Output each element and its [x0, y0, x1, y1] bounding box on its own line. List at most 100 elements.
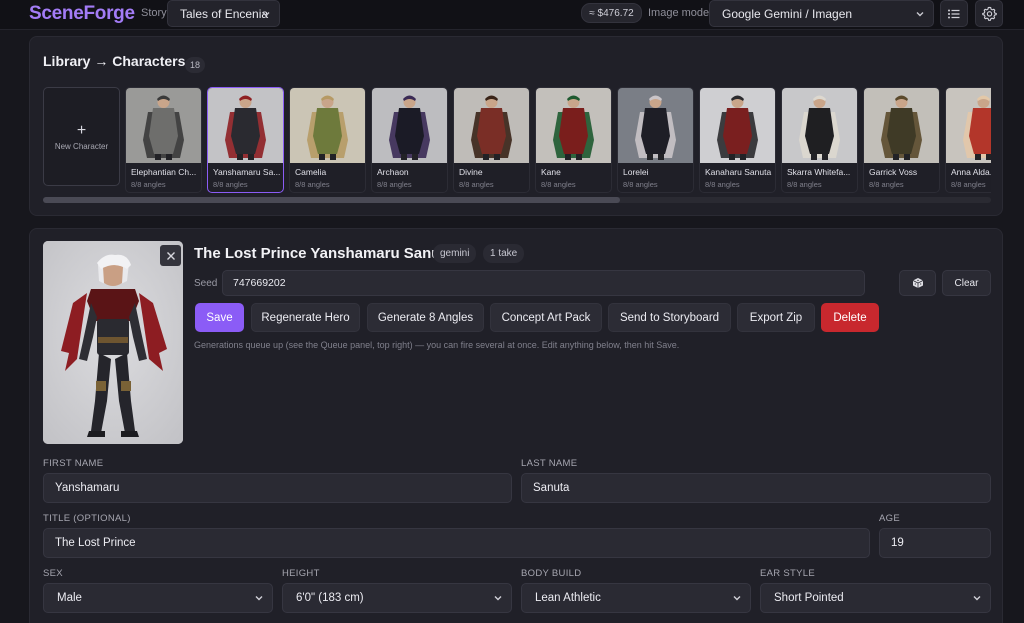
scrollbar-thumb[interactable] [43, 197, 620, 203]
cost-badge: ≈ $476.72 [581, 3, 642, 23]
concept-art-pack-button[interactable]: Concept Art Pack [490, 303, 602, 332]
character-card-name: Elephantian Ch... [131, 167, 197, 177]
character-thumbnail [864, 88, 939, 163]
character-thumbnail [536, 88, 611, 163]
app-logo[interactable]: SceneForge [29, 3, 135, 25]
character-card-angles: 8/8 angles [705, 180, 740, 189]
character-card[interactable]: Lorelei 8/8 angles [617, 87, 694, 193]
character-card-angles: 8/8 angles [787, 180, 822, 189]
image-model-select[interactable]: Google Gemini / Imagen [709, 0, 934, 27]
ear-style-value: Short Pointed [774, 592, 844, 604]
image-model-value: Google Gemini / Imagen [722, 6, 853, 21]
first-name-label: FIRST NAME [43, 458, 104, 469]
character-card-name: Yanshamaru Sa... [213, 167, 281, 177]
body-build-label: BODY BUILD [521, 568, 582, 579]
queue-list-button[interactable] [940, 0, 968, 27]
age-value: 19 [891, 537, 904, 549]
first-name-field[interactable]: Yanshamaru [43, 473, 512, 503]
character-thumbnail [290, 88, 365, 163]
character-card-angles: 8/8 angles [295, 180, 330, 189]
character-detail-panel: The Lost Prince Yanshamaru Sanuta gemini… [29, 228, 1003, 623]
character-card[interactable]: Yanshamaru Sa... 8/8 angles [207, 87, 284, 193]
close-icon [166, 251, 175, 260]
sex-select[interactable]: Male [43, 583, 273, 613]
remove-hero-button[interactable] [160, 245, 181, 266]
character-card[interactable]: Archaon 8/8 angles [371, 87, 448, 193]
character-thumbnail [782, 88, 857, 163]
character-count-badge: 18 [185, 57, 206, 73]
generation-hint: Generations queue up (see the Queue pane… [194, 340, 680, 350]
character-card[interactable]: Garrick Voss 8/8 angles [863, 87, 940, 193]
character-card-name: Kane [541, 167, 561, 177]
dice-icon [912, 278, 923, 288]
ear-style-label: EAR STYLE [760, 568, 815, 579]
character-thumbnail [454, 88, 529, 163]
seed-input[interactable]: 747669202 [222, 270, 865, 296]
seed-label: Seed [194, 278, 218, 289]
hero-image[interactable] [43, 241, 183, 444]
generate-angles-button[interactable]: Generate 8 Angles [367, 303, 484, 332]
sex-value: Male [57, 592, 82, 604]
age-field[interactable]: 19 [879, 528, 991, 558]
character-thumbnail [208, 88, 283, 163]
clear-seed-button[interactable]: Clear [942, 270, 991, 296]
character-thumbnail [946, 88, 991, 163]
character-card-name: Anna Alda... [951, 167, 991, 177]
sex-label: SEX [43, 568, 63, 579]
character-title: The Lost Prince Yanshamaru Sanuta [194, 245, 454, 262]
regenerate-hero-button[interactable]: Regenerate Hero [251, 303, 360, 332]
title-label: TITLE (OPTIONAL) [43, 513, 131, 524]
character-thumbnail [372, 88, 447, 163]
height-value: 6'0" (183 cm) [296, 592, 364, 604]
character-card-name: Camelia [295, 167, 327, 177]
gear-icon [981, 6, 997, 21]
export-zip-button[interactable]: Export Zip [737, 303, 815, 332]
ear-style-select[interactable]: Short Pointed [760, 583, 991, 613]
height-select[interactable]: 6'0" (183 cm) [282, 583, 512, 613]
chevron-down-icon [494, 596, 502, 601]
character-card-name: Garrick Voss [869, 167, 918, 177]
story-label: Story [141, 7, 167, 19]
title-field[interactable]: The Lost Prince [43, 528, 870, 558]
chevron-down-icon [262, 11, 270, 16]
plus-icon: + [76, 122, 87, 139]
character-thumbnail [126, 88, 201, 163]
settings-button[interactable] [975, 0, 1003, 27]
chevron-down-icon [255, 596, 263, 601]
character-card[interactable]: Kanaharu Sanuta 8/8 angles [699, 87, 776, 193]
character-card-angles: 8/8 angles [623, 180, 658, 189]
character-thumbnail [700, 88, 775, 163]
character-card[interactable]: Kane 8/8 angles [535, 87, 612, 193]
send-to-storyboard-button[interactable]: Send to Storyboard [608, 303, 731, 332]
character-card[interactable]: Skarra Whitefa... 8/8 angles [781, 87, 858, 193]
last-name-label: LAST NAME [521, 458, 578, 469]
new-character-button[interactable]: + New Character [43, 87, 120, 186]
character-card-angles: 8/8 angles [869, 180, 904, 189]
character-card[interactable]: Elephantian Ch... 8/8 angles [125, 87, 202, 193]
character-card-angles: 8/8 angles [951, 180, 986, 189]
image-model-label: Image model [648, 7, 712, 19]
horizontal-scrollbar[interactable] [43, 197, 991, 203]
last-name-field[interactable]: Sanuta [521, 473, 991, 503]
character-card-name: Divine [459, 167, 483, 177]
character-card-angles: 8/8 angles [541, 180, 576, 189]
character-card-angles: 8/8 angles [213, 180, 248, 189]
character-card[interactable]: Camelia 8/8 angles [289, 87, 366, 193]
first-name-value: Yanshamaru [55, 482, 120, 494]
delete-button[interactable]: Delete [821, 303, 879, 332]
character-card[interactable]: Divine 8/8 angles [453, 87, 530, 193]
character-card-angles: 8/8 angles [131, 180, 166, 189]
story-select[interactable]: Tales of Encenia [167, 0, 280, 27]
body-build-select[interactable]: Lean Athletic [521, 583, 751, 613]
randomize-seed-button[interactable] [899, 270, 936, 296]
character-card-name: Lorelei [623, 167, 649, 177]
title-value: The Lost Prince [55, 537, 136, 549]
list-icon [948, 9, 960, 18]
character-portrait [43, 241, 183, 444]
library-title: Library → Characters [43, 53, 186, 69]
character-card[interactable]: Anna Alda... 8/8 angles [945, 87, 991, 193]
save-button[interactable]: Save [195, 303, 244, 332]
new-character-label: New Character [54, 142, 109, 151]
character-card-name: Skarra Whitefa... [787, 167, 851, 177]
top-bar: SceneForge Story Tales of Encenia ≈ $476… [0, 0, 1024, 30]
